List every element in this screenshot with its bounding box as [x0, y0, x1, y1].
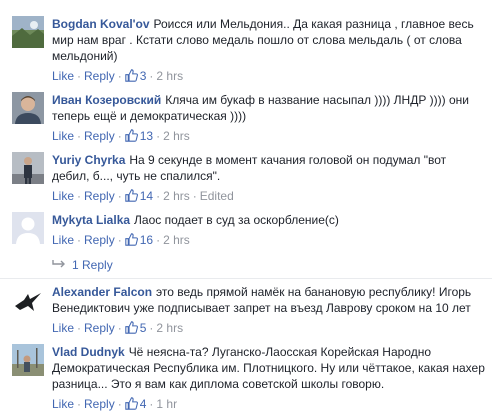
thumbs-up-icon — [124, 321, 138, 334]
likes-count-button[interactable]: 4 — [124, 397, 146, 411]
separator-dot: · — [117, 69, 122, 83]
reply-arrow-icon — [52, 260, 65, 268]
comment-author[interactable]: Bogdan Koval'ov — [52, 17, 150, 31]
like-link[interactable]: Like — [52, 129, 74, 143]
separator-dot: · — [77, 129, 82, 143]
separator-dot: · — [149, 69, 154, 83]
separator-dot: · — [117, 321, 122, 335]
separator-dot: · — [149, 397, 154, 411]
comment-author[interactable]: Иван Козеровский — [52, 93, 161, 107]
separator-dot: · — [77, 69, 82, 83]
comment-text-block: Alexander Falcon это ведь прямой намёк на… — [52, 284, 486, 316]
reply-link[interactable]: Reply — [84, 129, 115, 143]
separator-dot: · — [156, 189, 161, 203]
separator-dot: · — [117, 189, 122, 203]
divider — [0, 278, 492, 279]
likes-count: 14 — [139, 189, 154, 203]
likes-count-button[interactable]: 14 — [124, 189, 154, 203]
reply-link[interactable]: Reply — [84, 233, 115, 247]
avatar[interactable] — [12, 212, 44, 244]
timestamp[interactable]: 1 hr — [156, 397, 177, 411]
comment-text-block: Vlad Dudnyk Чё неясна-та? Луганско-Лаосск… — [52, 344, 486, 392]
comment-actions: Like · Reply · 5 · 2 hrs — [52, 320, 486, 336]
separator-dot: · — [192, 189, 197, 203]
thumbs-up-icon — [124, 69, 138, 82]
thumbs-up-icon — [124, 129, 138, 142]
separator-dot: · — [117, 233, 122, 247]
like-link[interactable]: Like — [52, 321, 74, 335]
separator-dot: · — [117, 129, 122, 143]
likes-count: 16 — [139, 233, 154, 247]
view-replies-label[interactable]: 1 Reply — [72, 258, 113, 272]
separator-dot: · — [117, 397, 122, 411]
likes-count-button[interactable]: 5 — [124, 321, 146, 335]
likes-count-button[interactable]: 13 — [124, 129, 154, 143]
comment-author[interactable]: Yuriy Chyrka — [52, 153, 125, 167]
default-silhouette-avatar-icon — [12, 212, 44, 244]
comment-text: Лаос подает в суд за оскорбление(с) — [134, 213, 339, 227]
man-portrait-avatar-icon — [12, 92, 44, 124]
thumbs-up-icon — [124, 397, 138, 410]
likes-count-button[interactable]: 16 — [124, 233, 154, 247]
comment-actions: Like · Reply · 3 · 2 hrs — [52, 68, 486, 84]
timestamp[interactable]: 2 hrs — [163, 233, 190, 247]
comment-text-block: Mykyta Lialka Лаос подает в суд за оскорб… — [52, 212, 486, 228]
reply-link[interactable]: Reply — [84, 397, 115, 411]
comment-text-block: Yuriy Chyrka На 9 секунде в момент качани… — [52, 152, 486, 184]
separator-dot: · — [77, 233, 82, 247]
comment-author[interactable]: Alexander Falcon — [52, 285, 152, 299]
separator-dot: · — [149, 321, 154, 335]
reply-link[interactable]: Reply — [84, 69, 115, 83]
comment-actions: Like · Reply · 14 · 2 hrs · Edited — [52, 188, 486, 204]
like-link[interactable]: Like — [52, 189, 74, 203]
avatar[interactable] — [12, 92, 44, 124]
view-replies-link[interactable]: 1 Reply — [52, 257, 113, 273]
comment-actions: Like · Reply · 16 · 2 hrs — [52, 232, 486, 248]
separator-dot: · — [156, 233, 161, 247]
comment-author[interactable]: Mykyta Lialka — [52, 213, 130, 227]
avatar[interactable] — [12, 344, 44, 376]
comment-text-block: Bogdan Koval'ov Роисся или Мельдония.. Да… — [52, 16, 486, 64]
avatar[interactable] — [12, 152, 44, 184]
person-standing-avatar-icon — [12, 152, 44, 184]
reply-link[interactable]: Reply — [84, 189, 115, 203]
landscape-photo-avatar-icon — [12, 16, 44, 48]
comment-list: Bogdan Koval'ov Роисся или Мельдония.. Да… — [0, 0, 492, 418]
comment-author[interactable]: Vlad Dudnyk — [52, 345, 125, 359]
likes-count-button[interactable]: 3 — [124, 69, 146, 83]
timestamp[interactable]: 2 hrs — [163, 189, 190, 203]
like-link[interactable]: Like — [52, 233, 74, 247]
separator-dot: · — [77, 189, 82, 203]
comment-actions: Like · Reply · 4 · 1 hr — [52, 396, 486, 412]
edited-label[interactable]: Edited — [200, 189, 234, 203]
comment-text-block: Иван Козеровский Кляча им букаф в названи… — [52, 92, 486, 124]
comment-actions: Like · Reply · 13 · 2 hrs — [52, 128, 486, 144]
timestamp[interactable]: 2 hrs — [163, 129, 190, 143]
timestamp[interactable]: 2 hrs — [156, 69, 183, 83]
like-link[interactable]: Like — [52, 397, 74, 411]
avatar[interactable] — [12, 16, 44, 48]
likes-count: 13 — [139, 129, 154, 143]
thumbs-up-icon — [124, 233, 138, 246]
falcon-bird-avatar-icon — [12, 286, 44, 318]
outdoor-photo-avatar-icon — [12, 344, 44, 376]
like-link[interactable]: Like — [52, 69, 74, 83]
thumbs-up-icon — [124, 189, 138, 202]
timestamp[interactable]: 2 hrs — [156, 321, 183, 335]
separator-dot: · — [77, 397, 82, 411]
avatar[interactable] — [12, 286, 44, 318]
reply-link[interactable]: Reply — [84, 321, 115, 335]
separator-dot: · — [77, 321, 82, 335]
separator-dot: · — [156, 129, 161, 143]
